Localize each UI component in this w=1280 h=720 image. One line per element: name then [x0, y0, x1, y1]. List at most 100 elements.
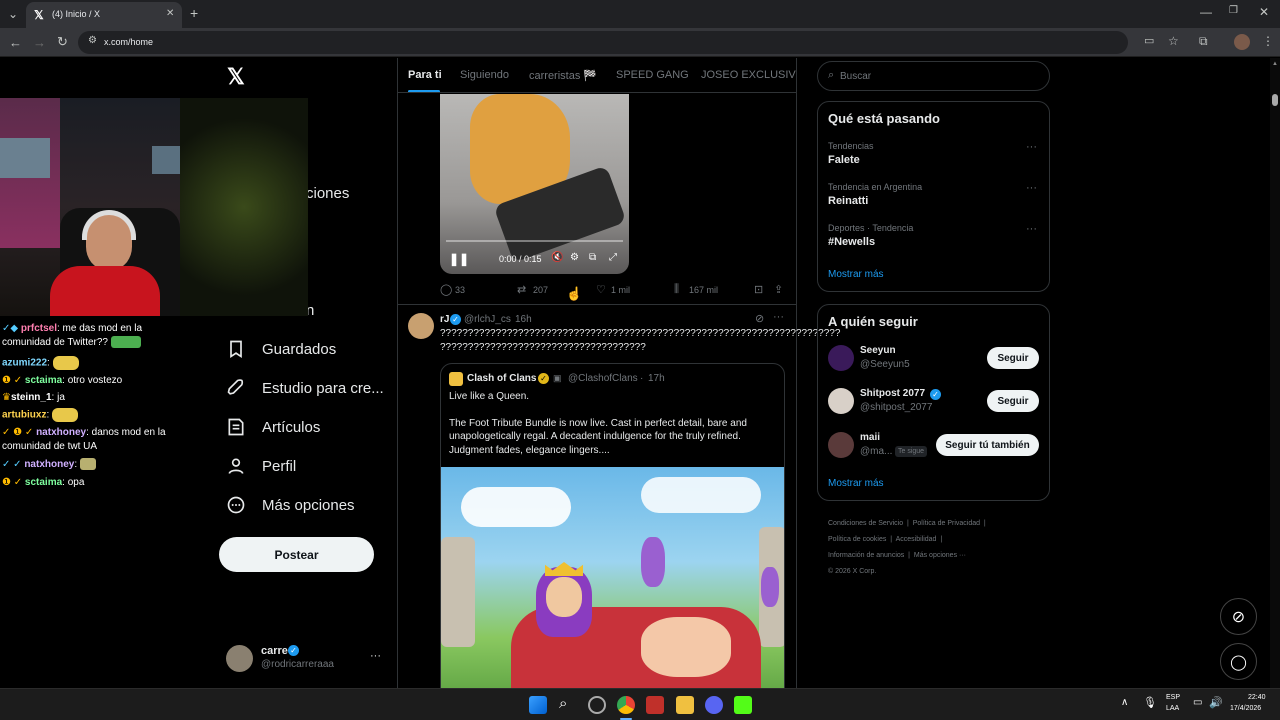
lavender — [641, 537, 665, 587]
browser-menu-icon[interactable]: ⋮ — [1262, 35, 1274, 47]
trend-more-icon[interactable]: ··· — [1026, 141, 1037, 153]
who-show-more[interactable]: Mostrar más — [828, 478, 884, 489]
page-scrollbar[interactable]: ▲ — [1270, 58, 1280, 688]
settings-icon[interactable]: ⚙ — [570, 252, 579, 263]
clock-date[interactable]: 17/4/2026 — [1230, 705, 1261, 712]
footer-link[interactable]: Accesibilidad — [896, 536, 937, 543]
reply-icon[interactable]: ◯ — [440, 283, 452, 296]
follow-back-button[interactable]: Seguir tú también — [936, 434, 1039, 456]
search-box[interactable]: ⌕ Buscar — [817, 61, 1050, 91]
post-author-name[interactable]: rJ — [440, 314, 449, 325]
app-icon[interactable] — [646, 696, 664, 714]
follow-button[interactable]: Seguir — [987, 390, 1039, 412]
discord-icon[interactable] — [705, 696, 723, 714]
tab-search-icon[interactable]: ⌄ — [8, 8, 18, 20]
quoted-post[interactable]: Clash of Clans ✓ ▣ @ClashofClans · 17h L… — [440, 363, 785, 688]
volume-tray-icon[interactable]: 🔊 — [1209, 696, 1223, 709]
tray-chevron-icon[interactable]: ∧ — [1121, 697, 1128, 708]
post-more-icon[interactable]: ··· — [773, 311, 784, 323]
tab-para-ti[interactable]: Para ti — [408, 69, 442, 81]
grok-icon: ⊘ — [1231, 608, 1246, 626]
bookmark-action-icon[interactable]: ⊡ — [754, 283, 763, 296]
trend-name: Reinatti — [828, 195, 869, 207]
cast-icon[interactable]: ▭ — [1144, 36, 1154, 47]
footer-link[interactable]: Condiciones de Servicio — [828, 520, 903, 527]
close-window-icon[interactable]: ✕ — [1259, 6, 1269, 18]
app-icon[interactable] — [588, 696, 606, 714]
footer-link[interactable]: Información de anuncios — [828, 552, 904, 559]
file-explorer-icon[interactable] — [676, 696, 694, 714]
nav-item-mas-opciones[interactable]: Más opciones — [226, 492, 355, 518]
mic-icon[interactable]: 🎙 — [1143, 696, 1157, 709]
trend-more-icon[interactable]: ··· — [1026, 223, 1037, 235]
site-info-icon[interactable]: ⚙ — [88, 36, 97, 46]
chat-message-cont: comunidad de Twitter?? — [2, 336, 141, 349]
follow-avatar[interactable] — [828, 388, 854, 414]
post-handle[interactable]: @rlchJ_cs — [464, 314, 511, 325]
pause-icon[interactable]: ❚❚ — [449, 252, 469, 266]
post-time[interactable]: 16h — [515, 314, 532, 325]
follow-avatar[interactable] — [828, 345, 854, 371]
chrome-icon[interactable] — [617, 696, 635, 714]
scroll-thumb[interactable] — [1272, 94, 1278, 106]
nav-item-guardados[interactable]: Guardados — [226, 336, 336, 362]
video-progress[interactable] — [446, 240, 623, 242]
lang-bottom[interactable]: LAA — [1166, 705, 1179, 712]
follow-name[interactable]: Shitpost 2077 — [860, 388, 925, 399]
account-more-icon[interactable]: ··· — [370, 650, 381, 662]
follow-button-label: Seguir — [997, 395, 1029, 407]
back-icon[interactable]: ← — [9, 36, 22, 49]
profile-avatar[interactable] — [1234, 34, 1250, 50]
browser-tab[interactable]: 𝕏 (4) Inicio / X ✕ — [26, 2, 182, 28]
footer-link[interactable]: Política de cookies — [828, 536, 886, 543]
fullscreen-icon[interactable]: ⤢ — [609, 252, 617, 263]
post-button[interactable]: Postear — [219, 537, 374, 572]
url-bar[interactable]: ⚙ x.com/home ▭ ☆ — [78, 31, 1179, 54]
minimize-icon[interactable]: — — [1200, 6, 1212, 18]
kick-icon[interactable] — [734, 696, 752, 714]
messages-float-button[interactable]: ◯ — [1220, 643, 1257, 680]
follow-avatar[interactable] — [828, 432, 854, 458]
footer-link[interactable]: Más opciones ··· — [914, 552, 966, 559]
reload-icon[interactable]: ↻ — [57, 35, 68, 48]
quote-image[interactable] — [441, 467, 784, 688]
grok-float-button[interactable]: ⊘ — [1220, 598, 1257, 635]
extensions-icon[interactable]: ⧉ — [1199, 35, 1208, 47]
scroll-up-icon[interactable]: ▲ — [1272, 61, 1278, 67]
repost-icon[interactable]: ⇄ — [517, 283, 526, 296]
account-switcher[interactable]: carre ✓ @rodricarreraaa ··· — [226, 642, 386, 676]
chat-text: : — [74, 459, 78, 470]
tab-joseo-exclusive[interactable]: JOSEO EXCLUSIVE C — [701, 69, 796, 81]
tab-close-icon[interactable]: ✕ — [166, 9, 174, 19]
clock-time[interactable]: 22:40 — [1248, 694, 1266, 701]
search-taskbar-icon[interactable]: ⌕ — [559, 695, 567, 712]
maximize-icon[interactable]: ❐ — [1229, 6, 1238, 16]
start-icon[interactable] — [529, 696, 547, 714]
pip-icon[interactable]: ⧉ — [589, 252, 596, 263]
follow-name[interactable]: Seeyun — [860, 345, 896, 356]
trends-show-more[interactable]: Mostrar más — [828, 269, 884, 280]
nav-item-estudio[interactable]: Estudio para cre... — [226, 375, 384, 401]
follow-button[interactable]: Seguir — [987, 347, 1039, 369]
lang-top[interactable]: ESP — [1166, 694, 1180, 701]
post-avatar[interactable] — [408, 313, 434, 339]
like-icon[interactable]: ♡ — [596, 283, 606, 296]
bookmark-star-icon[interactable]: ☆ — [1168, 35, 1179, 47]
tab-speed-gang[interactable]: SPEED GANG — [616, 69, 689, 81]
nav-item-perfil[interactable]: Perfil — [226, 453, 296, 479]
tab-siguiendo[interactable]: Siguiendo — [460, 69, 509, 81]
volume-icon[interactable]: 🔇 — [551, 252, 563, 263]
trend-more-icon[interactable]: ··· — [1026, 182, 1037, 194]
footer-link[interactable]: Política de Privacidad — [913, 520, 980, 527]
follow-name[interactable]: maii — [860, 432, 880, 443]
new-tab-icon[interactable]: + — [190, 6, 198, 20]
x-logo-icon[interactable]: 𝕏 — [227, 64, 245, 90]
tab-carreristas[interactable]: carreristas 🏁 — [529, 69, 597, 82]
forward-icon[interactable]: → — [33, 36, 46, 49]
nav-item-articulos[interactable]: Artículos — [226, 414, 320, 440]
views-icon[interactable]: ⫼ — [674, 283, 679, 296]
network-icon[interactable]: ▭ — [1193, 697, 1202, 708]
grok-icon[interactable]: ⊘ — [755, 312, 764, 325]
video-player[interactable]: ❚❚ 0:00 / 0:15 🔇 ⚙ ⧉ ⤢ — [440, 94, 629, 274]
share-icon[interactable]: ⇪ — [774, 283, 783, 296]
